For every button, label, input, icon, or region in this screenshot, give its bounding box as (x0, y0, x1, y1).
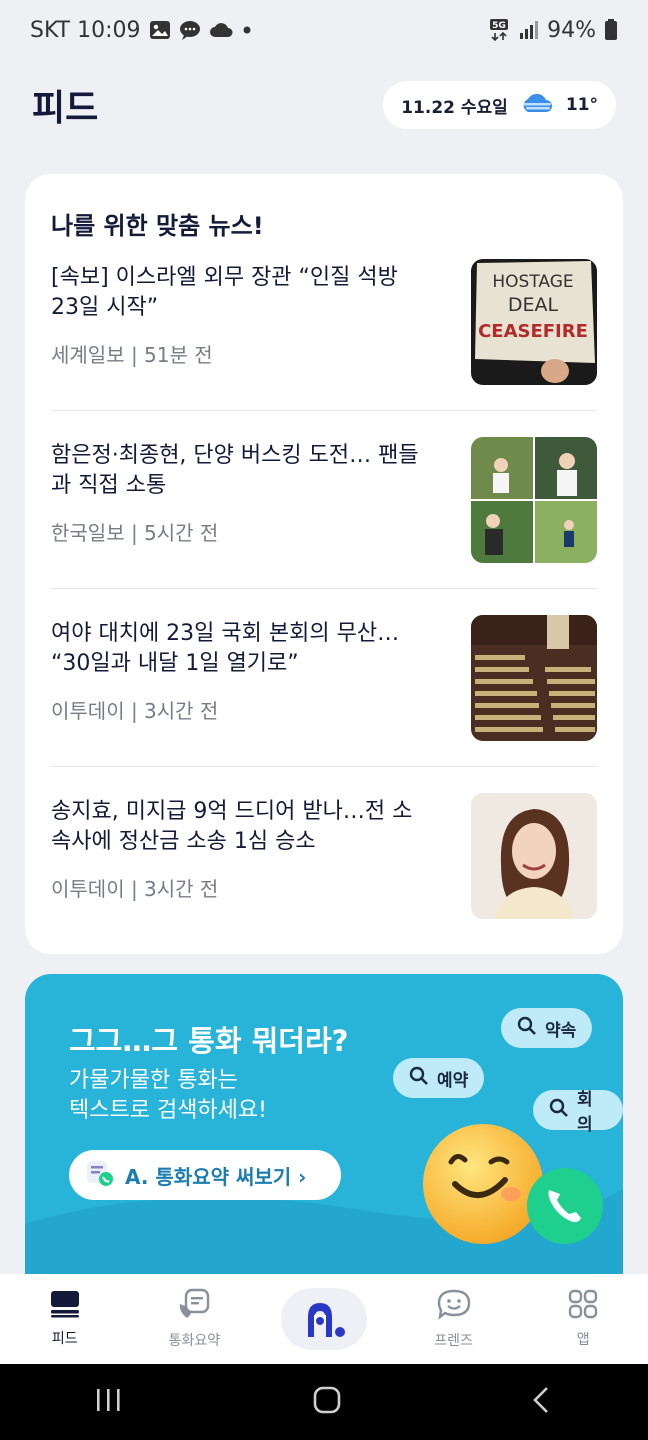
news-item[interactable]: 여야 대치에 23일 국회 본회의 무산… “30일과 내달 1일 열기로” 이… (51, 589, 597, 767)
page-title: 피드 (32, 88, 99, 129)
placard-line-2: DEAL (508, 294, 559, 316)
search-chip-reservation[interactable]: 예약 (393, 1058, 485, 1098)
cloudy-weather-icon (520, 90, 554, 121)
adot-home-button[interactable] (280, 1288, 367, 1350)
news-thumbnail (471, 615, 597, 741)
news-item[interactable]: 함은정·최종현, 단양 버스킹 도전… 팬들과 직접 소통 한국일보 | 5시간… (51, 411, 597, 589)
system-navigation-bar (0, 1364, 648, 1440)
friends-icon (436, 1288, 472, 1324)
weather-temp: 11° (565, 95, 598, 115)
news-meta: 세계일보 | 51분 전 (51, 343, 213, 367)
placard-line-1: HOSTAGE (492, 272, 573, 292)
chat-icon (179, 20, 201, 40)
winking-emoji-icon (423, 1124, 543, 1244)
battery-percent: 94% (547, 17, 596, 43)
weather-widget[interactable]: 11.22 수요일 11° (383, 81, 616, 129)
news-list: [속보] 이스라엘 외무 장관 “인질 석방 23일 시작” 세계일보 | 51… (51, 259, 597, 945)
news-item[interactable]: [속보] 이스라엘 외무 장관 “인질 석방 23일 시작” 세계일보 | 51… (51, 259, 597, 411)
news-text: 여야 대치에 23일 국회 본회의 무산… “30일과 내달 1일 열기로” 이… (51, 615, 431, 724)
dot-icon (241, 24, 253, 36)
apps-grid-icon (568, 1289, 598, 1323)
search-icon (517, 1016, 537, 1041)
nav-label-apps: 앱 (576, 1332, 590, 1348)
nav-item-adot[interactable] (269, 1288, 379, 1350)
nav-item-apps[interactable]: 앱 (528, 1289, 638, 1349)
weather-date: 11.22 수요일 (401, 97, 508, 118)
bottom-navigation: 피드 통화요약 프렌즈 앱 (0, 1274, 648, 1364)
phone-call-icon (527, 1168, 603, 1244)
call-summary-doc-icon (85, 1158, 115, 1193)
signal-icon (519, 20, 539, 40)
search-icon (549, 1098, 569, 1123)
search-icon (409, 1066, 429, 1091)
call-summary-icon (177, 1288, 211, 1324)
network-5g-icon: 5G (489, 18, 511, 42)
nav-item-call-summary[interactable]: 통화요약 (139, 1288, 249, 1350)
news-text: 함은정·최종현, 단양 버스킹 도전… 팬들과 직접 소통 한국일보 | 5시간… (51, 437, 431, 546)
placard-line-3: CEASEFIRE (478, 321, 588, 342)
recent-apps-icon[interactable] (94, 1386, 124, 1418)
promo-subtitle-line-2: 텍스트로 검색하세요! (69, 1098, 267, 1123)
network-5g-text: 5G (492, 21, 506, 31)
status-bar: SKT 10:09 5G 94% (0, 0, 648, 60)
news-meta: 이투데이 | 3시간 전 (51, 877, 219, 901)
promo-title: 그그…그 통화 뭐더라? (69, 1024, 349, 1058)
nav-item-friends[interactable]: 프렌즈 (399, 1288, 509, 1350)
winking-emoji-call-illustration (423, 1124, 603, 1244)
status-left: SKT 10:09 (30, 18, 253, 43)
news-title: 여야 대치에 23일 국회 본회의 무산… “30일과 내달 1일 열기로” (51, 621, 400, 676)
nav-label-friends: 프렌즈 (434, 1333, 473, 1349)
call-summary-promo-banner[interactable]: 그그…그 통화 뭐더라? 가물가물한 통화는 텍스트로 검색하세요! A. 통화… (25, 974, 623, 1274)
nav-item-feed[interactable]: 피드 (10, 1290, 120, 1348)
news-card: 나를 위한 맞춤 뉴스! [속보] 이스라엘 외무 장관 “인질 석방 23일 … (25, 174, 623, 954)
nav-label-call-summary: 통화요약 (168, 1333, 221, 1349)
news-thumbnail: HOSTAGE DEAL CEASEFIRE (471, 259, 597, 385)
news-title: 함은정·최종현, 단양 버스킹 도전… 팬들과 직접 소통 (51, 443, 419, 498)
cloud-icon (209, 21, 233, 39)
news-item[interactable]: 송지효, 미지급 9억 드디어 받나…전 소속사에 정산금 소송 1심 승소 이… (51, 767, 597, 945)
promo-subtitle: 가물가물한 통화는 텍스트로 검색하세요! (69, 1066, 389, 1126)
back-icon[interactable] (530, 1385, 554, 1419)
promo-subtitle-line-1: 가물가물한 통화는 (69, 1068, 238, 1093)
nav-label-feed: 피드 (51, 1331, 78, 1347)
chip-label: 약속 (545, 1020, 577, 1041)
news-text: [속보] 이스라엘 외무 장관 “인질 석방 23일 시작” 세계일보 | 51… (51, 259, 431, 368)
try-call-summary-button[interactable]: A. 통화요약 써보기 › (69, 1150, 341, 1200)
home-icon[interactable] (312, 1385, 342, 1419)
news-text: 송지효, 미지급 9억 드디어 받나…전 소속사에 정산금 소송 1심 승소 이… (51, 793, 431, 902)
try-call-summary-label: A. 통화요약 써보기 › (125, 1164, 307, 1189)
news-thumbnail (471, 793, 597, 919)
page-header: 피드 11.22 수요일 11° (32, 80, 616, 130)
news-heading: 나를 위한 맞춤 뉴스! (51, 212, 264, 240)
news-thumbnail (471, 437, 597, 563)
news-title: 송지효, 미지급 9억 드디어 받나…전 소속사에 정산금 소송 1심 승소 (51, 799, 413, 854)
chip-label: 예약 (437, 1070, 469, 1091)
feed-icon (50, 1290, 80, 1322)
search-chip-appointment[interactable]: 약속 (501, 1008, 593, 1048)
news-meta: 이투데이 | 3시간 전 (51, 699, 219, 723)
status-time: SKT 10:09 (30, 17, 141, 43)
news-title: [속보] 이스라엘 외무 장관 “인질 석방 23일 시작” (51, 265, 398, 320)
a-dot-logo-icon (307, 1303, 345, 1337)
image-icon (149, 20, 171, 40)
news-meta: 한국일보 | 5시간 전 (51, 521, 219, 545)
battery-icon (604, 19, 618, 41)
status-right: 5G 94% (489, 18, 618, 43)
